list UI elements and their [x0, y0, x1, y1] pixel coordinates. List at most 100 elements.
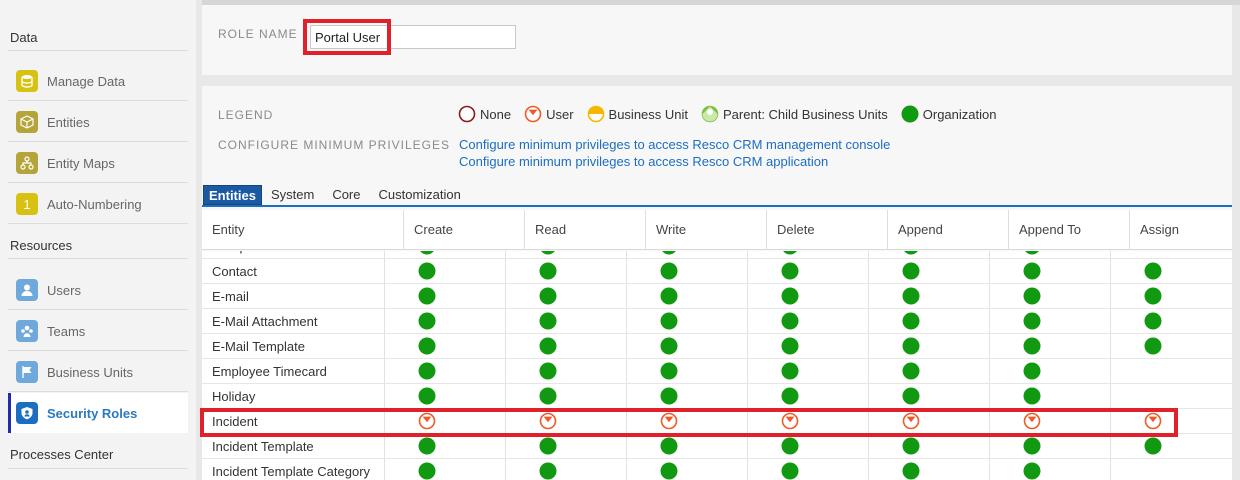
privilege-org-icon[interactable]	[418, 251, 436, 255]
privilege-org-icon[interactable]	[1023, 251, 1041, 255]
privilege-org-icon[interactable]	[1144, 287, 1162, 305]
tab-system[interactable]: System	[262, 185, 323, 205]
privilege-user-icon[interactable]	[902, 412, 920, 430]
table-row[interactable]: Incident Template Category	[202, 459, 1232, 480]
privilege-user-icon[interactable]	[418, 412, 436, 430]
privilege-org-icon[interactable]	[902, 437, 920, 455]
privilege-org-icon[interactable]	[902, 462, 920, 480]
privilege-org-icon[interactable]	[660, 462, 678, 480]
privilege-org-icon[interactable]	[418, 387, 436, 405]
sidebar-item-teams[interactable]: Teams	[8, 311, 188, 351]
privilege-org-icon[interactable]	[1144, 262, 1162, 280]
privilege-org-icon[interactable]	[539, 437, 557, 455]
table-row[interactable]: E-mail	[202, 284, 1232, 309]
privilege-org-icon[interactable]	[418, 362, 436, 380]
privilege-user-icon[interactable]	[781, 412, 799, 430]
sidebar-item-business-units[interactable]: Business Units	[8, 352, 188, 392]
table-row[interactable]: Incident Template	[202, 434, 1232, 459]
privilege-org-icon[interactable]	[902, 387, 920, 405]
table-row[interactable]: Competitor	[202, 251, 1232, 259]
privilege-org-icon[interactable]	[1023, 287, 1041, 305]
sidebar-item-manage-data[interactable]: Manage Data	[8, 61, 188, 101]
tab-core[interactable]: Core	[323, 185, 369, 205]
privilege-org-icon[interactable]	[660, 262, 678, 280]
table-row[interactable]: Contact	[202, 259, 1232, 284]
privilege-org-icon[interactable]	[1023, 337, 1041, 355]
privilege-user-icon[interactable]	[1023, 412, 1041, 430]
privilege-org-icon[interactable]	[781, 251, 799, 255]
privilege-org-icon[interactable]	[1023, 362, 1041, 380]
privilege-org-icon[interactable]	[660, 251, 678, 255]
privilege-org-icon[interactable]	[781, 312, 799, 330]
privilege-org-icon[interactable]	[418, 462, 436, 480]
column-header-create[interactable]: Create	[403, 210, 524, 250]
privilege-org-icon[interactable]	[1023, 437, 1041, 455]
privilege-user-icon[interactable]	[1144, 412, 1162, 430]
privilege-org-icon[interactable]	[781, 262, 799, 280]
table-row[interactable]: E-Mail Template	[202, 334, 1232, 359]
privilege-org-icon[interactable]	[660, 387, 678, 405]
privilege-org-icon[interactable]	[1023, 312, 1041, 330]
privilege-org-icon[interactable]	[902, 362, 920, 380]
privilege-org-icon[interactable]	[660, 287, 678, 305]
sidebar-item-entities[interactable]: Entities	[8, 102, 188, 142]
privilege-org-icon[interactable]	[1144, 337, 1162, 355]
role-name-input[interactable]	[310, 25, 516, 49]
column-header-assign[interactable]: Assign	[1129, 210, 1232, 250]
privilege-org-icon[interactable]	[660, 337, 678, 355]
privilege-org-icon[interactable]	[539, 387, 557, 405]
privilege-org-icon[interactable]	[539, 337, 557, 355]
privilege-user-icon[interactable]	[539, 412, 557, 430]
sidebar-item-security-roles[interactable]: Security Roles	[8, 393, 188, 433]
column-header-write[interactable]: Write	[645, 210, 766, 250]
table-row[interactable]: E-Mail Attachment	[202, 309, 1232, 334]
tab-entities[interactable]: Entities	[203, 185, 262, 205]
privilege-org-icon[interactable]	[539, 362, 557, 380]
privilege-org-icon[interactable]	[660, 362, 678, 380]
table-row-incident[interactable]: Incident	[202, 409, 1232, 434]
privilege-org-icon[interactable]	[902, 262, 920, 280]
privilege-org-icon[interactable]	[902, 312, 920, 330]
privilege-org-icon[interactable]	[1023, 462, 1041, 480]
sidebar-item-auto-numbering[interactable]: 1 Auto-Numbering	[8, 184, 188, 224]
column-header-read[interactable]: Read	[524, 210, 645, 250]
privilege-org-icon[interactable]	[539, 251, 557, 255]
column-header-delete[interactable]: Delete	[766, 210, 887, 250]
sidebar-item-entity-maps[interactable]: Entity Maps	[8, 143, 188, 183]
privilege-org-icon[interactable]	[902, 337, 920, 355]
privilege-org-icon[interactable]	[902, 287, 920, 305]
privilege-org-icon[interactable]	[418, 337, 436, 355]
privilege-org-icon[interactable]	[539, 462, 557, 480]
sidebar-item-users[interactable]: Users	[8, 270, 188, 310]
privilege-org-icon[interactable]	[418, 262, 436, 280]
privilege-org-icon[interactable]	[660, 437, 678, 455]
privilege-org-icon[interactable]	[781, 337, 799, 355]
privilege-org-icon[interactable]	[539, 312, 557, 330]
privilege-org-icon[interactable]	[781, 387, 799, 405]
table-row[interactable]: Holiday	[202, 384, 1232, 409]
hierarchy-icon	[16, 152, 38, 174]
privilege-org-icon[interactable]	[539, 262, 557, 280]
table-row[interactable]: Employee Timecard	[202, 359, 1232, 384]
privilege-org-icon[interactable]	[1144, 437, 1162, 455]
privilege-org-icon[interactable]	[1144, 312, 1162, 330]
privilege-org-icon[interactable]	[539, 287, 557, 305]
privilege-user-icon[interactable]	[660, 412, 678, 430]
tab-customization[interactable]: Customization	[370, 185, 470, 205]
privilege-org-icon[interactable]	[781, 362, 799, 380]
privilege-org-icon[interactable]	[781, 437, 799, 455]
privilege-org-icon[interactable]	[1023, 387, 1041, 405]
min-priv-console-link[interactable]: Configure minimum privileges to access R…	[459, 137, 890, 152]
privilege-org-icon[interactable]	[902, 251, 920, 255]
privilege-org-icon[interactable]	[418, 437, 436, 455]
privilege-org-icon[interactable]	[781, 462, 799, 480]
column-header-append-to[interactable]: Append To	[1008, 210, 1129, 250]
column-header-append[interactable]: Append	[887, 210, 1008, 250]
privilege-org-icon[interactable]	[1023, 262, 1041, 280]
privilege-org-icon[interactable]	[660, 312, 678, 330]
privilege-org-icon[interactable]	[418, 312, 436, 330]
column-header-entity[interactable]: Entity	[202, 210, 403, 250]
privilege-org-icon[interactable]	[418, 287, 436, 305]
privilege-org-icon[interactable]	[781, 287, 799, 305]
min-priv-application-link[interactable]: Configure minimum privileges to access R…	[459, 154, 828, 169]
